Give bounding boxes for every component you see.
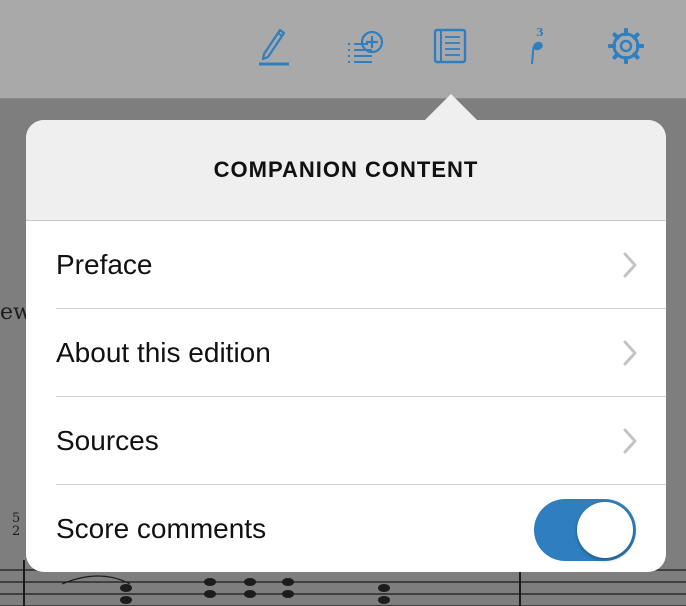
- menu-item-preface[interactable]: Preface: [26, 221, 666, 309]
- score-comments-toggle[interactable]: [534, 499, 636, 561]
- fingering-icon[interactable]: 3: [516, 24, 560, 68]
- popover-title: COMPANION CONTENT: [213, 157, 479, 182]
- menu-item-label: Score comments: [56, 513, 267, 544]
- pencil-icon[interactable]: [252, 24, 296, 68]
- popover-arrow: [424, 94, 478, 121]
- menu-item-score-comments: Score comments: [26, 485, 666, 572]
- companion-content-popover: COMPANION CONTENT Preface About this edi…: [26, 120, 666, 572]
- score-fingering: 5 2: [12, 512, 20, 538]
- menu-item-label: Preface: [56, 249, 153, 280]
- toolbar: 3: [0, 0, 686, 99]
- menu-item-label: Sources: [56, 425, 159, 456]
- chevron-right-icon: [623, 340, 637, 366]
- chevron-right-icon: [623, 428, 637, 454]
- fingering-bottom: 2: [12, 524, 21, 539]
- add-list-icon[interactable]: [344, 24, 388, 68]
- popover-header: COMPANION CONTENT: [26, 120, 666, 221]
- book-icon[interactable]: [428, 24, 472, 68]
- chevron-right-icon: [623, 252, 637, 278]
- fingering-number: 3: [536, 26, 544, 39]
- gear-icon[interactable]: [604, 24, 648, 68]
- toggle-knob: [577, 502, 633, 558]
- menu-item-sources[interactable]: Sources: [26, 397, 666, 485]
- menu-item-label: About this edition: [56, 337, 271, 368]
- menu-item-about-this-edition[interactable]: About this edition: [26, 309, 666, 397]
